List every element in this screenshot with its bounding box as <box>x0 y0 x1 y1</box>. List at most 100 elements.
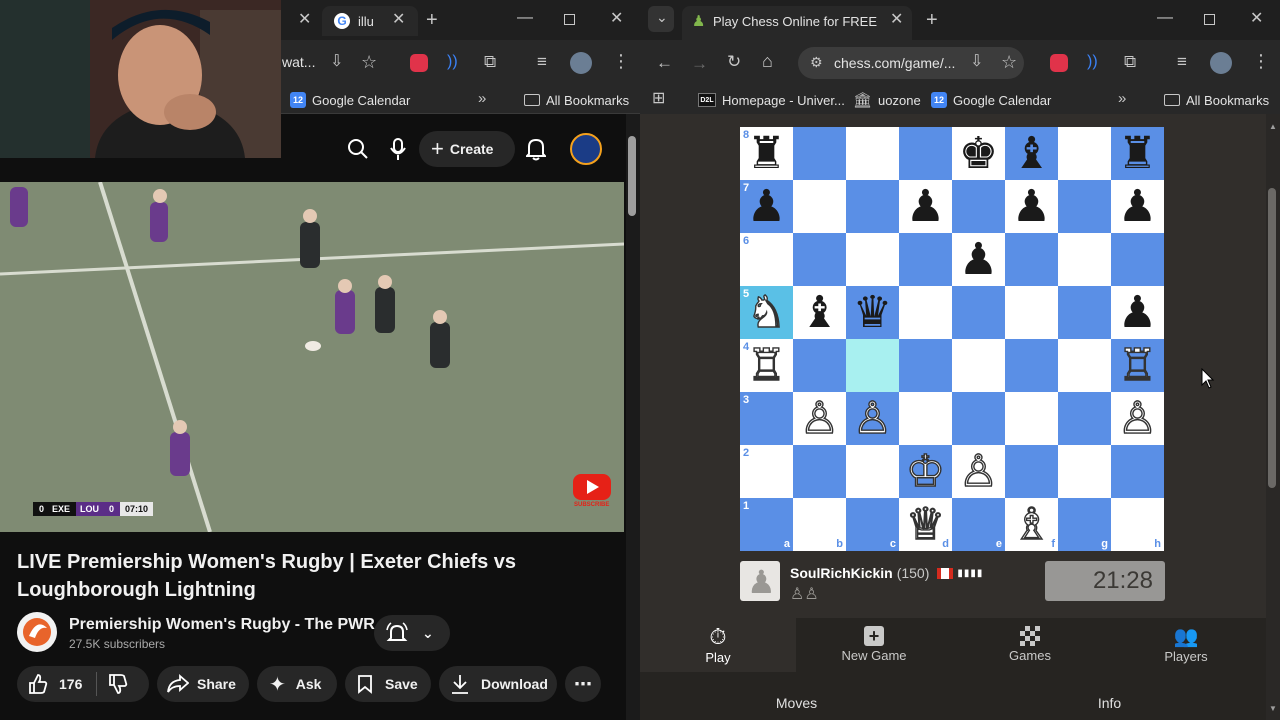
close-tab-icon[interactable]: ✕ <box>890 12 903 28</box>
square-f8[interactable]: ♝ <box>1005 127 1058 180</box>
chess-piece-white[interactable]: ♕ <box>899 498 952 551</box>
tab-active[interactable]: G illu ✕ <box>322 6 418 36</box>
square-e4[interactable] <box>952 339 1005 392</box>
search-icon[interactable] <box>347 138 369 160</box>
create-button[interactable]: + Create <box>419 131 515 167</box>
chess-piece-black[interactable]: ♟ <box>1111 180 1164 233</box>
extension-blue-icon[interactable]: )) <box>447 53 458 71</box>
bookmark-all-bookmarks[interactable]: All Bookmarks <box>524 86 629 114</box>
square-a1[interactable]: 1a <box>740 498 793 551</box>
square-c4[interactable] <box>846 339 899 392</box>
menu-icon[interactable]: ⋮ <box>1252 52 1270 70</box>
extension-red-icon[interactable] <box>410 54 428 72</box>
scroll-up-icon[interactable]: ▲ <box>1269 122 1277 131</box>
nav-players[interactable]: 👥 Players <box>1108 618 1264 672</box>
bookmark-google-calendar[interactable]: 12 Google Calendar <box>290 86 410 114</box>
square-d5[interactable] <box>899 286 952 339</box>
nav-play[interactable]: ⏱ Play <box>640 618 796 672</box>
bell-icon[interactable] <box>526 137 546 161</box>
chess-piece-white[interactable]: ♖ <box>1111 339 1164 392</box>
channel-avatar[interactable] <box>17 612 57 652</box>
chess-piece-black[interactable]: ♜ <box>1111 127 1164 180</box>
extension-red-icon[interactable] <box>1050 54 1068 72</box>
square-b5[interactable]: ♝ <box>793 286 846 339</box>
square-h5[interactable]: ♟ <box>1111 286 1164 339</box>
tab-search-button[interactable]: ⌄ <box>648 6 674 32</box>
notifications-button[interactable]: ⌄ <box>374 615 450 651</box>
close-tab-icon[interactable]: ✕ <box>392 12 405 28</box>
square-c1[interactable]: c <box>846 498 899 551</box>
square-b4[interactable] <box>793 339 846 392</box>
install-icon[interactable]: ⇩ <box>970 54 983 70</box>
address-bar[interactable]: ⚙ chess.com/game/... <box>798 47 1024 79</box>
chess-piece-black[interactable]: ♜ <box>740 127 793 180</box>
chess-piece-white[interactable]: ♞ <box>740 286 793 339</box>
square-a3[interactable]: 3 <box>740 392 793 445</box>
media-icon[interactable]: ≡ <box>537 53 547 70</box>
chess-piece-white[interactable]: ♙ <box>793 392 846 445</box>
bookmark-uozone[interactable]: 🏛 uozone <box>853 86 921 114</box>
square-b8[interactable] <box>793 127 846 180</box>
new-tab-icon[interactable]: + <box>926 10 938 30</box>
chess-piece-white[interactable]: ♙ <box>1111 392 1164 445</box>
square-e8[interactable]: ♚ <box>952 127 1005 180</box>
square-d7[interactable]: ♟ <box>899 180 952 233</box>
square-e6[interactable]: ♟ <box>952 233 1005 286</box>
youtube-logo-icon[interactable] <box>573 474 611 500</box>
chess-piece-white[interactable]: ♙ <box>952 445 1005 498</box>
bookmark-google-calendar[interactable]: 12 Google Calendar <box>931 86 1051 114</box>
square-d2[interactable]: ♔ <box>899 445 952 498</box>
square-e1[interactable]: e <box>952 498 1005 551</box>
nav-new-game[interactable]: + New Game <box>796 618 952 672</box>
square-a5[interactable]: 5 ♞ <box>740 286 793 339</box>
scroll-down-icon[interactable]: ▼ <box>1269 704 1277 713</box>
chess-piece-black[interactable]: ♟ <box>899 180 952 233</box>
square-h4[interactable]: ♖ <box>1111 339 1164 392</box>
square-d6[interactable] <box>899 233 952 286</box>
square-d8[interactable] <box>899 127 952 180</box>
square-f6[interactable] <box>1005 233 1058 286</box>
star-icon[interactable]: ☆ <box>361 53 377 71</box>
square-g6[interactable] <box>1058 233 1111 286</box>
square-c6[interactable] <box>846 233 899 286</box>
chess-piece-black[interactable]: ♚ <box>952 127 1005 180</box>
menu-icon[interactable]: ⋮ <box>612 52 630 70</box>
square-c8[interactable] <box>846 127 899 180</box>
profile-avatar[interactable] <box>570 52 592 74</box>
channel-name[interactable]: Premiership Women's Rugby - The PWR <box>69 616 375 634</box>
square-b6[interactable] <box>793 233 846 286</box>
microphone-icon[interactable] <box>390 137 406 161</box>
maximize-icon[interactable] <box>1204 14 1215 25</box>
download-button[interactable]: Download <box>439 666 557 702</box>
square-g4[interactable] <box>1058 339 1111 392</box>
nav-games[interactable]: Games <box>952 618 1108 672</box>
square-d1[interactable]: d ♕ <box>899 498 952 551</box>
share-button[interactable]: Share <box>157 666 249 702</box>
square-e3[interactable] <box>952 392 1005 445</box>
profile-avatar[interactable] <box>1210 52 1232 74</box>
chess-piece-white[interactable]: ♖ <box>740 339 793 392</box>
square-f1[interactable]: f ♗ <box>1005 498 1058 551</box>
chess-piece-black[interactable]: ♟ <box>740 180 793 233</box>
chess-piece-black[interactable]: ♛ <box>846 286 899 339</box>
square-h2[interactable] <box>1111 445 1164 498</box>
close-window-icon[interactable]: ✕ <box>1250 11 1263 27</box>
square-a2[interactable]: 2 <box>740 445 793 498</box>
ask-button[interactable]: ✦ Ask <box>257 666 337 702</box>
square-d4[interactable] <box>899 339 952 392</box>
reload-icon[interactable]: ↻ <box>727 53 741 70</box>
square-e5[interactable] <box>952 286 1005 339</box>
new-tab-icon[interactable]: + <box>426 10 438 30</box>
tab-info[interactable]: Info <box>953 674 1266 720</box>
close-window-icon[interactable]: ✕ <box>610 11 623 27</box>
square-g3[interactable] <box>1058 392 1111 445</box>
square-g1[interactable]: g <box>1058 498 1111 551</box>
extension-blue-icon[interactable]: )) <box>1087 53 1098 71</box>
square-e7[interactable] <box>952 180 1005 233</box>
home-icon[interactable]: ⌂ <box>762 52 773 70</box>
square-g2[interactable] <box>1058 445 1111 498</box>
chevron-more-icon[interactable]: » <box>1118 91 1126 106</box>
install-icon[interactable]: ⇩ <box>330 54 343 70</box>
player-avatar[interactable]: ♟ <box>740 561 780 601</box>
chess-piece-black[interactable]: ♟ <box>1111 286 1164 339</box>
